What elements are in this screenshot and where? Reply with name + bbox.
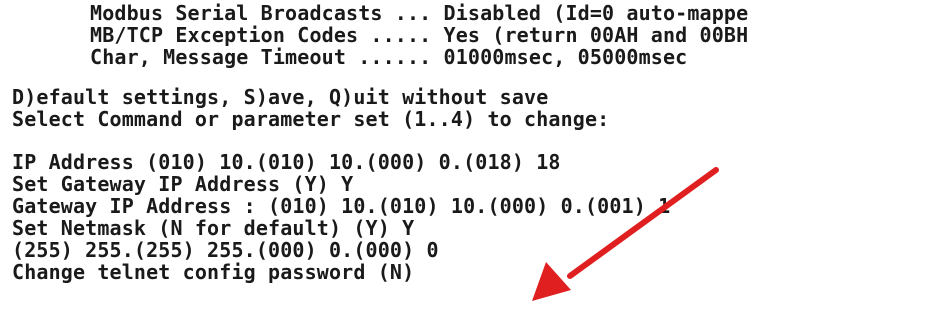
change-telnet-password-prompt[interactable]: Change telnet config password (N) — [12, 261, 414, 283]
command-menu-options: D)efault settings, S)ave, Q)uit without … — [12, 85, 549, 109]
command-prompt: Select Command or parameter set (1..4) t… — [12, 107, 610, 131]
setting-char-message-timeout: Char, Message Timeout ...... 01000msec, … — [90, 45, 688, 69]
set-netmask-prompt: Set Netmask (N for default) (Y) Y — [12, 216, 415, 240]
set-gateway-prompt: Set Gateway IP Address (Y) Y — [12, 172, 354, 196]
gateway-ip-address-entry: Gateway IP Address : (010) 10.(010) 10.(… — [12, 194, 671, 218]
netmask-entry: (255) 255.(255) 255.(000) 0.(000) 0 — [12, 238, 439, 262]
setting-mbtcp-exception-codes: MB/TCP Exception Codes ..... Yes (return… — [90, 23, 749, 47]
setting-modbus-serial-broadcasts: Modbus Serial Broadcasts ... Disabled (I… — [90, 1, 749, 25]
telnet-terminal-window[interactable]: Modbus Serial Broadcasts ... Disabled (I… — [0, 0, 926, 311]
ip-address-entry: IP Address (010) 10.(010) 10.(000) 0.(01… — [12, 150, 561, 174]
